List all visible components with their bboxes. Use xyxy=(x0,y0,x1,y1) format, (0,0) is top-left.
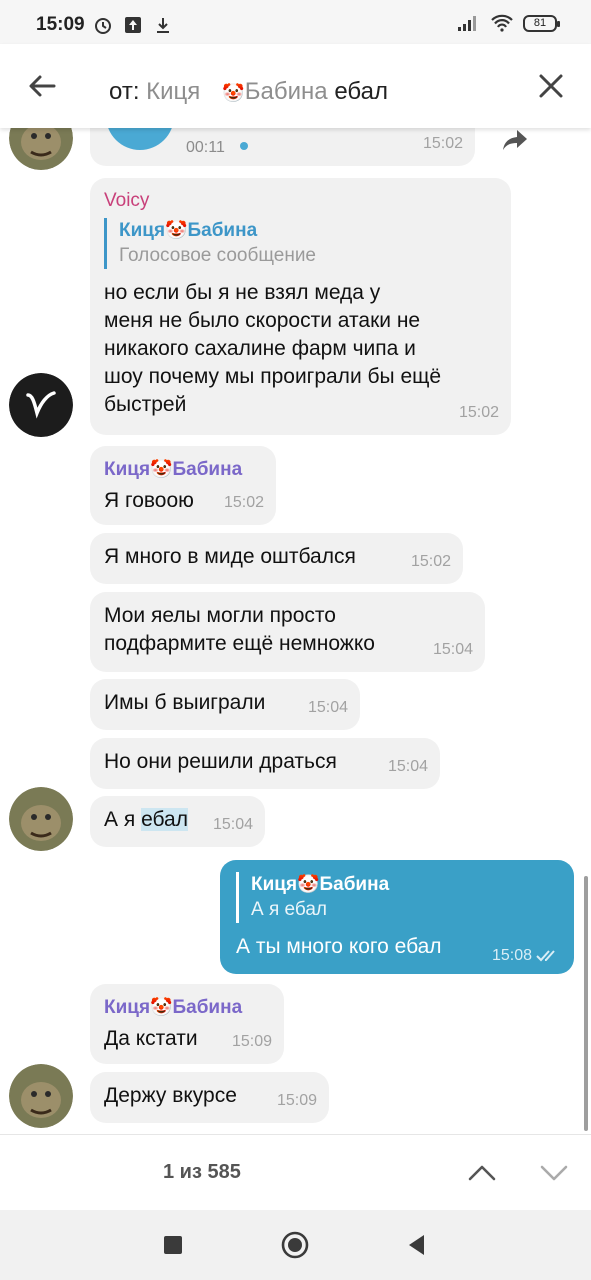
message-text-line: быстрей xyxy=(104,393,187,416)
status-bar: 15:09 81 xyxy=(0,0,591,44)
back-arrow-icon[interactable] xyxy=(22,66,62,106)
reply-sender: Киця🤡Бабина xyxy=(119,218,497,243)
sender-name-part: Бабина xyxy=(172,459,243,480)
sender-name-part: Киця xyxy=(104,997,151,1018)
message-time: 15:04 xyxy=(307,699,348,716)
message-text: Но они решили драться xyxy=(104,750,337,773)
avatar[interactable] xyxy=(9,1064,73,1128)
search-user-filter[interactable]: Кицяﾠ🤡Бабина xyxy=(146,78,328,105)
battery-indicator: 81 xyxy=(523,14,560,32)
sender-name-part: Киця xyxy=(104,459,151,480)
message-time: 15:08 xyxy=(491,947,532,964)
upload-notification-icon xyxy=(125,17,141,33)
message-time: 15:02 xyxy=(410,553,451,570)
outgoing-message[interactable]: Киця🤡Бабина А я ебал А ты много кого еба… xyxy=(220,860,574,974)
signal-icon xyxy=(458,16,476,31)
clown-emoji-icon: 🤡 xyxy=(165,220,188,240)
message-text-line: подфармите ещё немножко xyxy=(104,632,375,655)
double-check-icon xyxy=(536,950,555,962)
download-icon xyxy=(157,18,169,33)
message-time: 15:02 xyxy=(458,404,499,421)
message-text: Я много в миде оштбался xyxy=(104,545,356,568)
scrollbar[interactable] xyxy=(584,876,588,1131)
avatar[interactable] xyxy=(9,787,73,851)
message-bubble[interactable]: Держу вкурсе 15:09 xyxy=(90,1072,329,1123)
message-bubble[interactable]: Киця🤡Бабина Я говоою 15:02 xyxy=(90,446,276,525)
sender-name: Киця🤡Бабина xyxy=(104,456,262,483)
message-bubble[interactable]: А я ебал 15:04 xyxy=(90,796,265,847)
message-text-line: шоу почему мы проиграли бы ещё xyxy=(104,365,442,388)
reply-text: А я ебал xyxy=(251,899,327,920)
message-bubble[interactable]: Киця🤡Бабина Да кстати 15:09 xyxy=(90,984,284,1064)
back-nav-icon[interactable] xyxy=(402,1230,432,1260)
message-text-line: но если бы я не взял меда у xyxy=(104,281,381,304)
message-time: 15:09 xyxy=(231,1033,272,1050)
reply-sender: Киця🤡Бабина xyxy=(251,872,558,897)
search-query: ебал xyxy=(334,78,388,105)
message-text-line: никакого сахалине фарм чипа и xyxy=(104,337,416,360)
search-input[interactable]: от: Кицяﾠ🤡Бабина ебал xyxy=(109,71,388,106)
avatar[interactable] xyxy=(9,128,73,170)
home-icon[interactable] xyxy=(280,1230,310,1260)
unplayed-dot xyxy=(240,142,248,150)
recent-apps-icon[interactable] xyxy=(158,1230,188,1260)
reply-text: Голосовое сообщение xyxy=(119,245,316,266)
message-bubble[interactable]: Но они решили драться 15:04 xyxy=(90,738,440,789)
voice-play-button[interactable] xyxy=(106,128,174,150)
system-navigation-bar xyxy=(0,1210,591,1280)
chat-messages[interactable]: 00:11 15:02 Voicy Киця🤡Бабина Голосовое … xyxy=(0,128,591,1134)
results-counter: 1 из 585 xyxy=(163,1161,241,1183)
wifi-icon xyxy=(491,14,513,32)
message-text-part: А я xyxy=(104,808,142,831)
clown-emoji-icon: 🤡 xyxy=(222,83,245,103)
sender-name-part: Бабина xyxy=(172,997,243,1018)
filter-user-name-part: Бабина xyxy=(244,78,328,105)
status-time: 15:09 xyxy=(36,14,85,35)
search-results-bar: 1 из 585 xyxy=(0,1134,591,1210)
clown-emoji-icon: 🤡 xyxy=(150,997,173,1017)
voice-duration: 00:11 xyxy=(186,139,225,156)
reply-sender-part: Бабина xyxy=(187,220,258,241)
search-highlight: ебал xyxy=(141,808,188,831)
clown-emoji-icon: 🤡 xyxy=(297,874,320,894)
message-text-line: меня не было скорости атаки не xyxy=(104,309,421,332)
sender-name: Voicy xyxy=(104,190,150,211)
alarm-icon xyxy=(95,18,111,34)
reply-quote[interactable]: Киця🤡Бабина Голосовое сообщение xyxy=(104,218,497,269)
search-header: от: Кицяﾠ🤡Бабина ебал xyxy=(0,44,591,128)
message-time: 15:04 xyxy=(432,641,473,658)
search-prefix: от: xyxy=(109,78,140,105)
reply-sender-part: Киця xyxy=(251,874,298,895)
message-time: 15:02 xyxy=(223,494,264,511)
message-time: 15:04 xyxy=(212,816,253,833)
message-bubble[interactable]: Я много в миде оштбался 15:02 xyxy=(90,533,463,584)
message-bubble[interactable]: Мои яелы могли просто подфармите ещё нем… xyxy=(90,592,485,672)
message-time: 15:04 xyxy=(387,758,428,775)
chevron-up-icon[interactable] xyxy=(466,1157,498,1189)
message-time: 15:02 xyxy=(422,135,463,152)
message-status: 15:08 xyxy=(492,947,560,965)
voice-message[interactable]: 00:11 15:02 xyxy=(90,128,475,166)
sender-name: Киця🤡Бабина xyxy=(104,994,270,1021)
voicy-message[interactable]: Voicy Киця🤡Бабина Голосовое сообщение но… xyxy=(90,178,511,435)
message-bubble[interactable]: Имы б выиграли 15:04 xyxy=(90,679,360,730)
message-time: 15:09 xyxy=(276,1092,317,1109)
voicy-avatar[interactable] xyxy=(9,373,73,437)
reply-quote[interactable]: Киця🤡Бабина А я ебал xyxy=(236,872,558,923)
reply-sender-part: Бабина xyxy=(319,874,390,895)
message-text-line: Мои яелы могли просто xyxy=(104,604,336,627)
clown-emoji-icon: 🤡 xyxy=(150,459,173,479)
close-icon[interactable] xyxy=(533,68,569,104)
reply-sender-part: Киця xyxy=(119,220,166,241)
share-icon[interactable] xyxy=(500,128,530,152)
chevron-down-icon[interactable] xyxy=(538,1157,570,1189)
filter-user-name-part: Кицяﾠ xyxy=(146,78,223,105)
